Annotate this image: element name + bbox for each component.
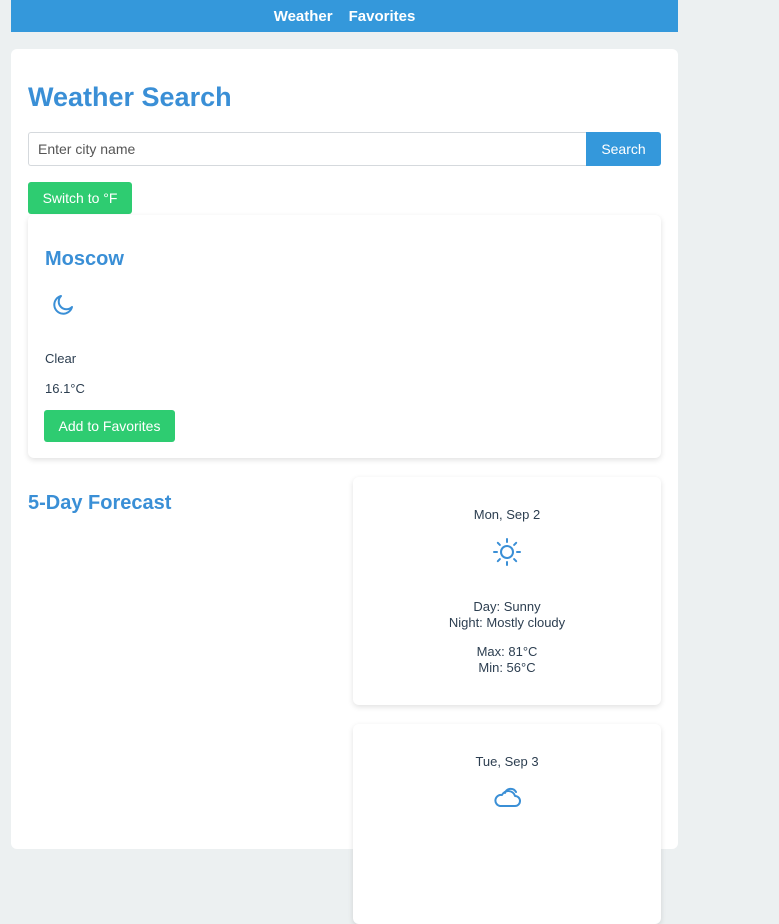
page-title: Weather Search [28, 82, 232, 112]
forecast-card: Mon, Sep 2 Day: Sunny Night: Mostly clou… [353, 477, 661, 705]
search-bar: Search [28, 132, 661, 166]
moon-icon [50, 292, 76, 318]
add-to-favorites-button[interactable]: Add to Favorites [44, 410, 175, 442]
weather-condition: Clear [45, 351, 77, 366]
forecast-title: 5-Day Forecast [28, 492, 172, 514]
current-weather-card: Moscow Clear 16.1°C Add to Favorites [28, 215, 661, 458]
nav-favorites-link[interactable]: Favorites [349, 9, 416, 24]
forecast-temperatures: Max: 81°C Min: 56°C [353, 644, 661, 676]
forecast-day-condition: Day: Sunny [473, 599, 541, 614]
city-name: Moscow [45, 248, 124, 270]
forecast-description: Day: Sunny Night: Mostly cloudy [353, 599, 661, 631]
forecast-date: Mon, Sep 2 [473, 507, 541, 522]
search-input[interactable] [28, 132, 586, 166]
top-navbar: Weather Favorites [11, 0, 678, 32]
cloud-icon [492, 784, 522, 814]
forecast-max-temp: Max: 81°C [476, 644, 538, 659]
sun-icon [492, 537, 522, 567]
forecast-date: Tue, Sep 3 [475, 754, 539, 769]
nav-weather-link[interactable]: Weather [274, 9, 333, 24]
forecast-min-temp: Min: 56°C [478, 660, 536, 675]
search-button[interactable]: Search [586, 132, 661, 166]
forecast-night-condition: Night: Mostly cloudy [448, 615, 566, 630]
unit-toggle-button[interactable]: Switch to °F [28, 182, 132, 214]
forecast-card: Tue, Sep 3 [353, 724, 661, 924]
current-temperature: 16.1°C [45, 381, 85, 396]
main-container: Weather Search Search Switch to °F Mosco… [11, 49, 678, 924]
